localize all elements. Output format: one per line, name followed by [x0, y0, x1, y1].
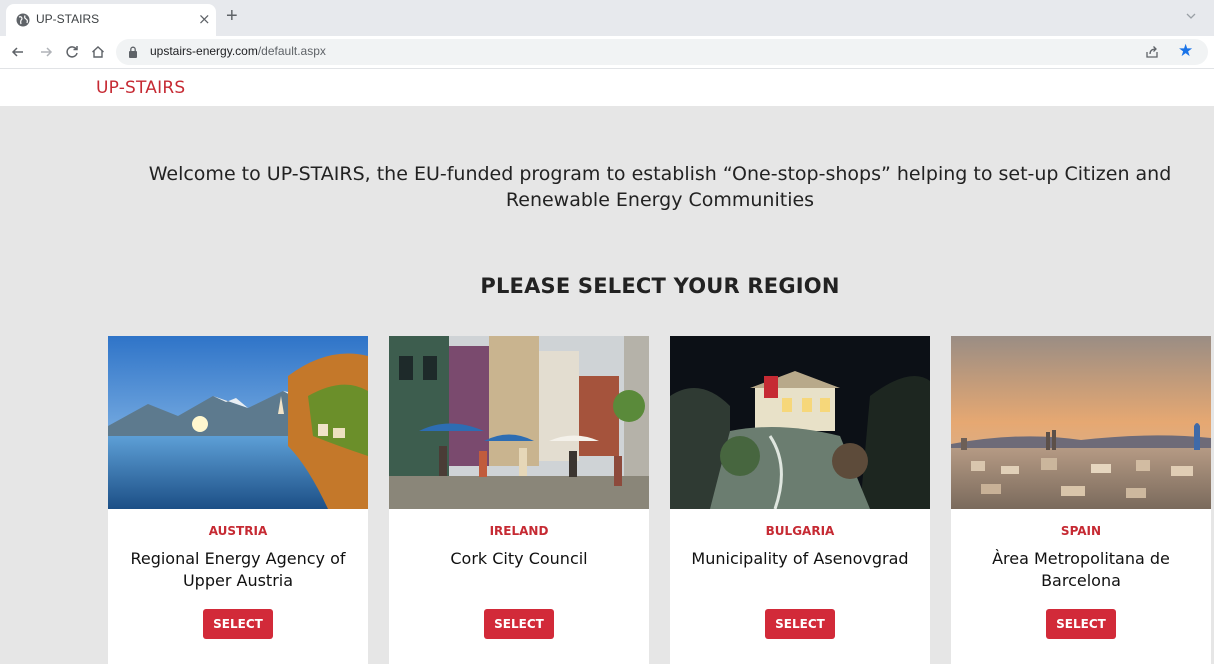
region-heading: PLEASE SELECT YOUR REGION: [480, 274, 840, 298]
region-organization: Municipality of Asenovgrad: [691, 549, 909, 568]
region-card-ireland: IRELAND Cork City Council SELECT: [389, 336, 649, 666]
region-country: SPAIN: [1060, 524, 1102, 538]
region-image-bulgaria: [670, 336, 930, 509]
browser-tab-strip: UP-STAIRS × +: [0, 0, 1214, 36]
region-image-austria: [108, 336, 368, 509]
globe-icon: [16, 13, 30, 27]
select-button-austria[interactable]: SELECT: [203, 609, 273, 639]
region-card-spain: SPAIN Àrea Metropolitana de Barcelona SE…: [951, 336, 1211, 666]
url-path: /default.aspx: [257, 44, 326, 58]
welcome-text: Welcome to UP-STAIRS, the EU-funded prog…: [148, 163, 1172, 211]
region-image-ireland: [389, 336, 649, 509]
region-country: IRELAND: [489, 524, 549, 538]
region-organization: Àrea Metropolitana de Barcelona: [992, 549, 1170, 590]
main-content: Welcome to UP-STAIRS, the EU-funded prog…: [0, 106, 1214, 666]
share-icon[interactable]: [1144, 44, 1160, 60]
region-image-spain: [951, 336, 1211, 509]
bookmark-star-icon[interactable]: ★: [1178, 41, 1193, 61]
chevron-down-icon[interactable]: [1184, 9, 1198, 23]
url-host: upstairs-energy.com: [150, 44, 258, 58]
home-icon[interactable]: [90, 44, 106, 60]
region-card-bulgaria: BULGARIA Municipality of Asenovgrad SELE…: [670, 336, 930, 666]
browser-tab[interactable]: UP-STAIRS ×: [6, 4, 216, 36]
forward-arrow-icon[interactable]: [38, 44, 54, 60]
tab-title: UP-STAIRS: [36, 12, 100, 26]
region-organization: Regional Energy Agency of Upper Austria: [130, 549, 346, 590]
url-text[interactable]: upstairs-energy.com/default.aspx: [150, 44, 326, 58]
region-organization: Cork City Council: [450, 549, 588, 568]
browser-toolbar: upstairs-energy.com/default.aspx ★: [0, 36, 1214, 69]
region-country: BULGARIA: [765, 524, 835, 538]
region-card-austria: AUSTRIA Regional Energy Agency of Upper …: [108, 336, 368, 666]
select-button-spain[interactable]: SELECT: [1046, 609, 1116, 639]
site-header: UP-STAIRS: [0, 69, 1214, 106]
site-logo[interactable]: UP-STAIRS: [96, 78, 185, 98]
region-country: AUSTRIA: [208, 524, 268, 538]
select-button-ireland[interactable]: SELECT: [484, 609, 554, 639]
reload-icon[interactable]: [64, 44, 80, 60]
back-arrow-icon[interactable]: [10, 44, 26, 60]
new-tab-icon[interactable]: +: [226, 5, 238, 28]
select-button-bulgaria[interactable]: SELECT: [765, 609, 835, 639]
address-bar[interactable]: upstairs-energy.com/default.aspx ★: [116, 39, 1208, 65]
lock-icon[interactable]: [128, 46, 138, 58]
tab-close-icon[interactable]: ×: [198, 10, 211, 28]
